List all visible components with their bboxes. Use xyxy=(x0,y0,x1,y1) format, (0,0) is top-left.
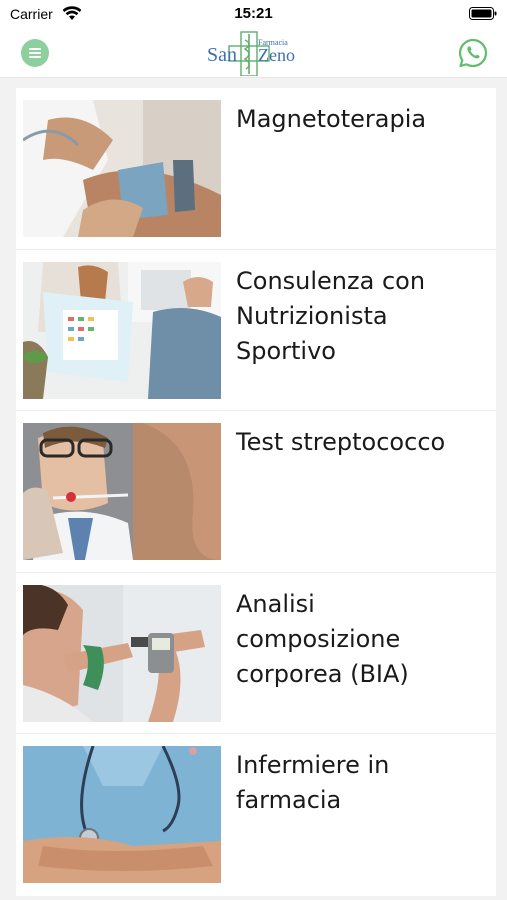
nav-bar: San Zeno Farmacia xyxy=(0,28,507,78)
status-bar: Carrier 15:21 xyxy=(0,0,507,28)
service-title: Analisi composizione corporea (BIA) xyxy=(236,589,409,688)
service-title: Consulenza con Nutrizionista Sportivo xyxy=(236,266,426,365)
service-title: Magnetoterapia xyxy=(236,105,427,133)
battery-icon xyxy=(469,7,497,20)
nutritionist-photo xyxy=(23,261,221,399)
logo-small-text: Farmacia xyxy=(258,38,288,47)
farmacia-san-zeno-logo: San Zeno Farmacia xyxy=(207,31,295,76)
magnetotherapy-photo xyxy=(23,100,221,237)
service-item-magnetoterapia[interactable]: Magnetoterapia xyxy=(16,88,496,250)
nurse-photo xyxy=(23,746,221,883)
menu-button[interactable] xyxy=(21,39,49,67)
hamburger-icon xyxy=(29,48,41,50)
service-item-test-streptococco[interactable]: Test streptococco xyxy=(16,411,496,573)
hamburger-icon-line xyxy=(29,52,41,54)
logo-word-right: Zeno xyxy=(258,45,295,65)
strep-test-photo xyxy=(23,423,221,560)
whatsapp-icon[interactable] xyxy=(457,37,489,69)
logo-word-left: San xyxy=(207,44,237,66)
service-item-infermiere[interactable]: Infermiere in farmacia xyxy=(16,734,496,896)
status-time: 15:21 xyxy=(234,5,273,22)
service-title: Test streptococco xyxy=(236,428,446,456)
screen: Carrier 15:21 San Zeno Farmacia Magnetot… xyxy=(0,0,507,900)
service-item-analisi-bia[interactable]: Analisi composizione corporea (BIA) xyxy=(16,573,496,734)
hamburger-icon-line xyxy=(29,56,41,58)
services-list: Magnetoterapia Consulenza con Nutrizioni… xyxy=(16,88,496,896)
bia-analysis-photo xyxy=(23,584,221,722)
service-item-nutrizionista[interactable]: Consulenza con Nutrizionista Sportivo xyxy=(16,250,496,411)
service-title: Infermiere in farmacia xyxy=(236,751,390,814)
